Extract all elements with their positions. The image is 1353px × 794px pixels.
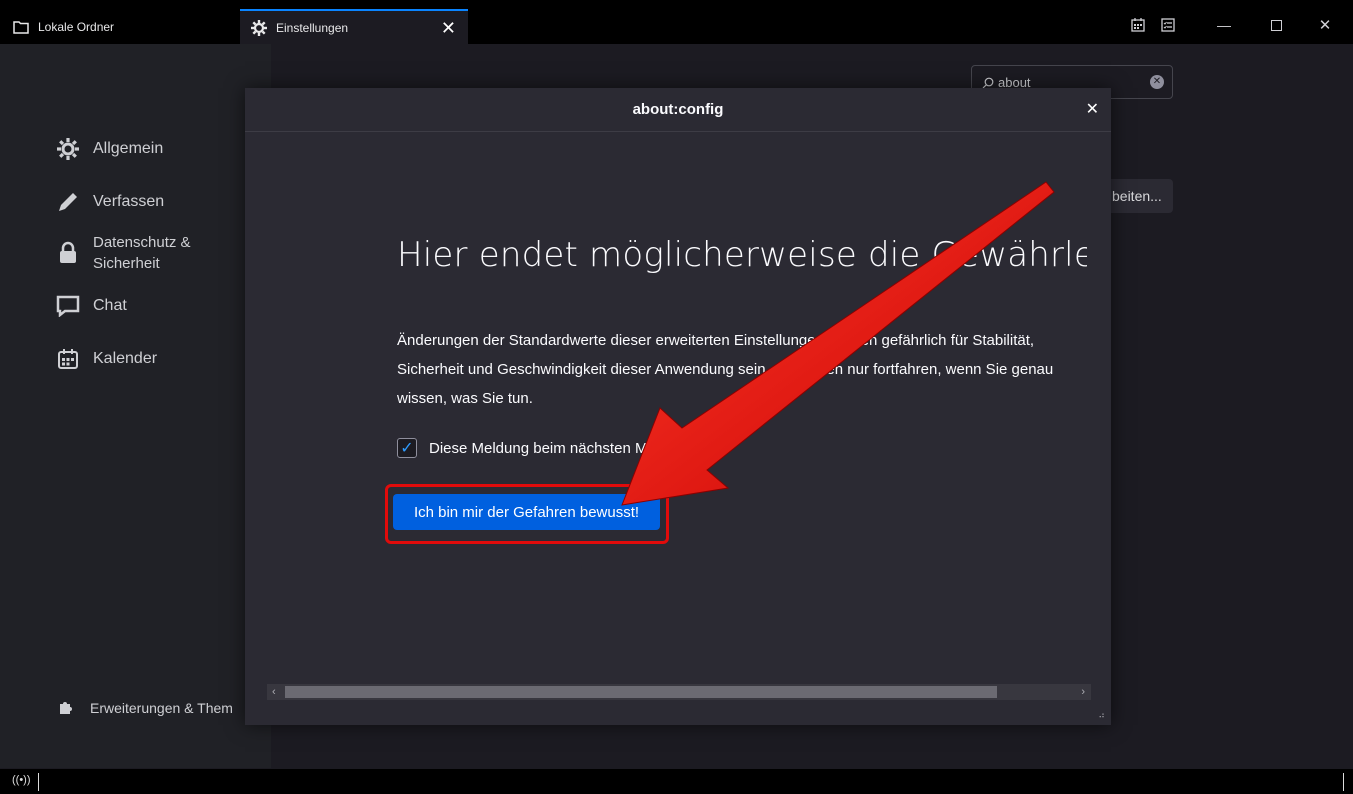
gear-icon	[250, 19, 268, 37]
show-warning-checkbox-row[interactable]: ✓ Diese Meldung beim nächsten Mal anzeig…	[397, 438, 724, 458]
calendar-icon	[55, 346, 81, 372]
show-warning-checkbox[interactable]: ✓	[397, 438, 417, 458]
resize-grip-icon[interactable]: ⠴	[1098, 710, 1105, 721]
maximize-icon[interactable]	[1266, 14, 1286, 36]
status-divider	[38, 773, 39, 791]
checkbox-label: Diese Meldung beim nächsten Mal anzeigen	[429, 439, 725, 457]
lock-icon	[55, 240, 81, 266]
sidebar-item-kalender[interactable]: Kalender	[55, 346, 157, 372]
warning-text: Änderungen der Standardwerte dieser erwe…	[397, 326, 1089, 413]
scrollbar-thumb[interactable]	[285, 686, 997, 698]
title-bar: Lokale Ordner Einstellungen ✕ — ✕	[0, 0, 1353, 44]
about-config-dialog: about:config ✕ Hier endet möglicherweise…	[245, 88, 1111, 725]
scroll-right-icon[interactable]: ›	[1081, 684, 1085, 700]
puzzle-icon	[58, 699, 76, 717]
minimize-icon[interactable]: —	[1214, 14, 1234, 36]
accept-risk-button[interactable]: Ich bin mir der Gefahren bewusst!	[393, 494, 660, 530]
sidebar-item-label: Allgemein	[93, 140, 164, 157]
sidebar-item-label: Kalender	[93, 350, 158, 367]
sidebar-item-label-line2: Sicherheit	[93, 255, 160, 272]
online-status-icon[interactable]: ((•))	[12, 774, 31, 786]
sidebar-item-allgemein[interactable]: Allgemein	[55, 136, 163, 162]
tasks-icon[interactable]	[1158, 14, 1178, 36]
tab-label: Lokale Ordner	[38, 19, 115, 34]
sidebar-item-label: Erweiterungen & Them	[90, 700, 233, 716]
sidebar-item-label: Verfassen	[93, 193, 165, 210]
tab-einstellungen[interactable]: Einstellungen ✕	[240, 9, 468, 44]
close-icon[interactable]: ✕	[1086, 99, 1099, 119]
close-window-icon[interactable]: ✕	[1315, 14, 1335, 36]
sidebar-item-datenschutz[interactable]: Datenschutz & Sicherheit	[55, 232, 191, 274]
warning-text-line: Änderungen der Standardwerte dieser erwe…	[397, 332, 1035, 349]
close-tab-icon[interactable]: ✕	[441, 18, 456, 39]
warning-text-line: Sicherheit und Geschwindigkeit dieser An…	[397, 361, 1054, 378]
warning-text-line: wissen, was Sie tun.	[397, 390, 533, 407]
pencil-icon	[55, 189, 81, 215]
gear-icon	[55, 136, 81, 162]
horizontal-scrollbar[interactable]: ‹ ›	[267, 684, 1091, 700]
sidebar-item-chat[interactable]: Chat	[55, 293, 127, 319]
scroll-left-icon[interactable]: ‹	[272, 684, 276, 700]
dialog-header: about:config ✕	[245, 88, 1111, 132]
chat-icon	[55, 293, 81, 319]
sidebar-item-label: Chat	[93, 297, 127, 314]
calendar-icon[interactable]	[1128, 14, 1148, 36]
folder-icon	[12, 18, 30, 36]
tab-label: Einstellungen	[276, 20, 349, 35]
sidebar-item-verfassen[interactable]: Verfassen	[55, 189, 164, 215]
settings-sidebar: Allgemein Verfassen Datenschutz & Sicher…	[0, 44, 271, 768]
dialog-header-title: about:config	[632, 101, 724, 118]
clear-search-icon[interactable]: ✕	[1150, 75, 1164, 89]
sidebar-item-label-line1: Datenschutz &	[93, 234, 191, 251]
status-bar: ((•))	[0, 768, 1353, 794]
status-divider	[1343, 773, 1344, 791]
warning-title: Hier endet möglicherweise die Gewährleis…	[397, 235, 1087, 275]
sidebar-item-erweiterungen[interactable]: Erweiterungen & Them	[58, 699, 233, 717]
tab-lokale-ordner[interactable]: Lokale Ordner	[0, 9, 238, 44]
